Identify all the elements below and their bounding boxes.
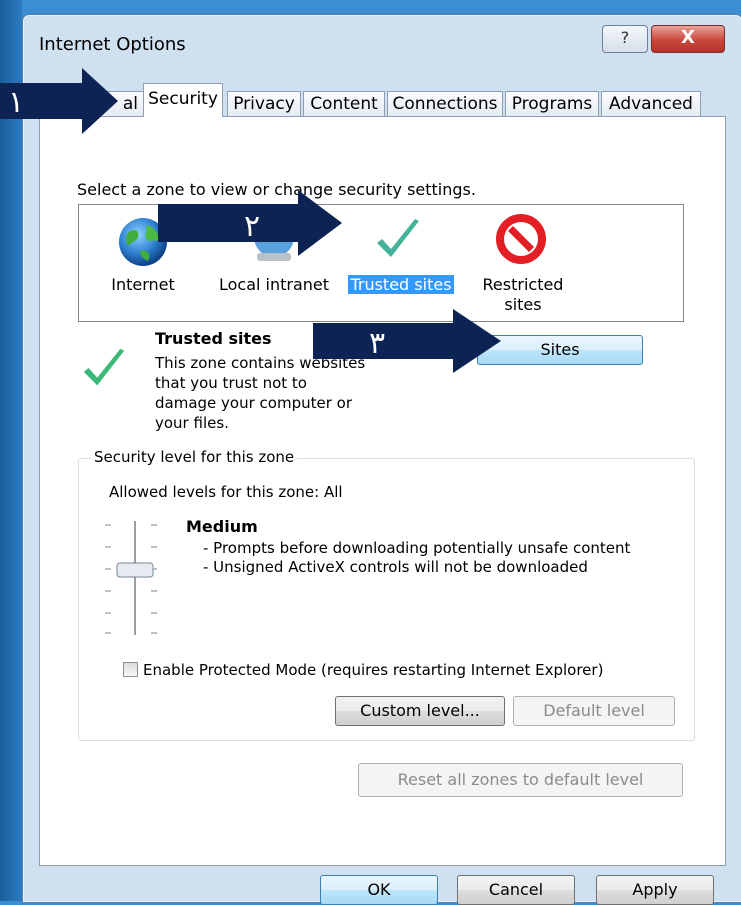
level-bullet-2: - Unsigned ActiveX controls will not be … <box>203 558 588 576</box>
allowed-levels-label: Allowed levels for this zone: All <box>109 483 343 501</box>
protected-mode-checkbox[interactable] <box>123 662 138 677</box>
slider-thumb <box>116 562 154 578</box>
zone-label-trusted-sites-text: Trusted sites <box>348 275 454 294</box>
tab-programs[interactable]: Programs <box>505 91 599 116</box>
close-button[interactable]: X <box>651 25 725 53</box>
annotation-number-1: ١ <box>8 85 24 120</box>
annotation-arrow-2: ٢ <box>158 190 342 256</box>
reset-all-zones-button[interactable]: Reset all zones to default level <box>358 763 683 797</box>
security-level-description: - Prompts before downloading potentially… <box>203 539 643 577</box>
window-title: Internet Options <box>39 34 186 55</box>
protected-mode-row[interactable]: Enable Protected Mode (requires restarti… <box>123 661 603 679</box>
selected-zone-title: Trusted sites <box>155 329 272 348</box>
zone-label-internet: Internet <box>111 275 175 294</box>
security-tab-panel: Select a zone to view or change security… <box>39 116 726 866</box>
security-level-group-title: Security level for this zone <box>91 448 298 466</box>
tab-security[interactable]: Security <box>143 83 223 117</box>
annotation-arrow-3: ٣ <box>313 309 501 373</box>
internet-options-dialog: Internet Options ? X al Security Privacy… <box>22 14 741 905</box>
tab-privacy[interactable]: Privacy <box>227 91 301 116</box>
level-bullet-1: - Prompts before downloading potentially… <box>203 539 631 557</box>
tab-content[interactable]: Content <box>303 91 385 116</box>
tab-advanced[interactable]: Advanced <box>601 91 701 116</box>
custom-level-button[interactable]: Custom level... <box>335 696 505 726</box>
zone-label-local-intranet: Local intranet <box>218 275 330 294</box>
annotation-arrow-1: ١ <box>0 68 118 134</box>
default-level-button[interactable]: Default level <box>513 696 675 726</box>
zone-label-trusted-sites: Trusted sites <box>341 275 461 295</box>
zone-trusted-sites[interactable]: Trusted sites <box>341 205 461 323</box>
security-level-slider[interactable] <box>101 515 171 641</box>
security-level-group: Security level for this zone Allowed lev… <box>78 448 695 741</box>
zone-restricted-sites[interactable]: Restricted sites <box>463 205 583 323</box>
checkmark-icon <box>377 219 419 257</box>
security-level-name: Medium <box>186 517 258 536</box>
help-button[interactable]: ? <box>602 25 648 53</box>
annotation-number-3: ٣ <box>369 326 385 361</box>
annotation-number-2: ٢ <box>244 209 260 244</box>
trusted-sites-checkmark-icon <box>83 348 125 386</box>
zone-label-restricted-line1: Restricted <box>482 275 564 294</box>
protected-mode-label: Enable Protected Mode (requires restarti… <box>143 661 604 679</box>
no-entry-icon <box>496 214 546 264</box>
tab-connections[interactable]: Connections <box>387 91 503 116</box>
